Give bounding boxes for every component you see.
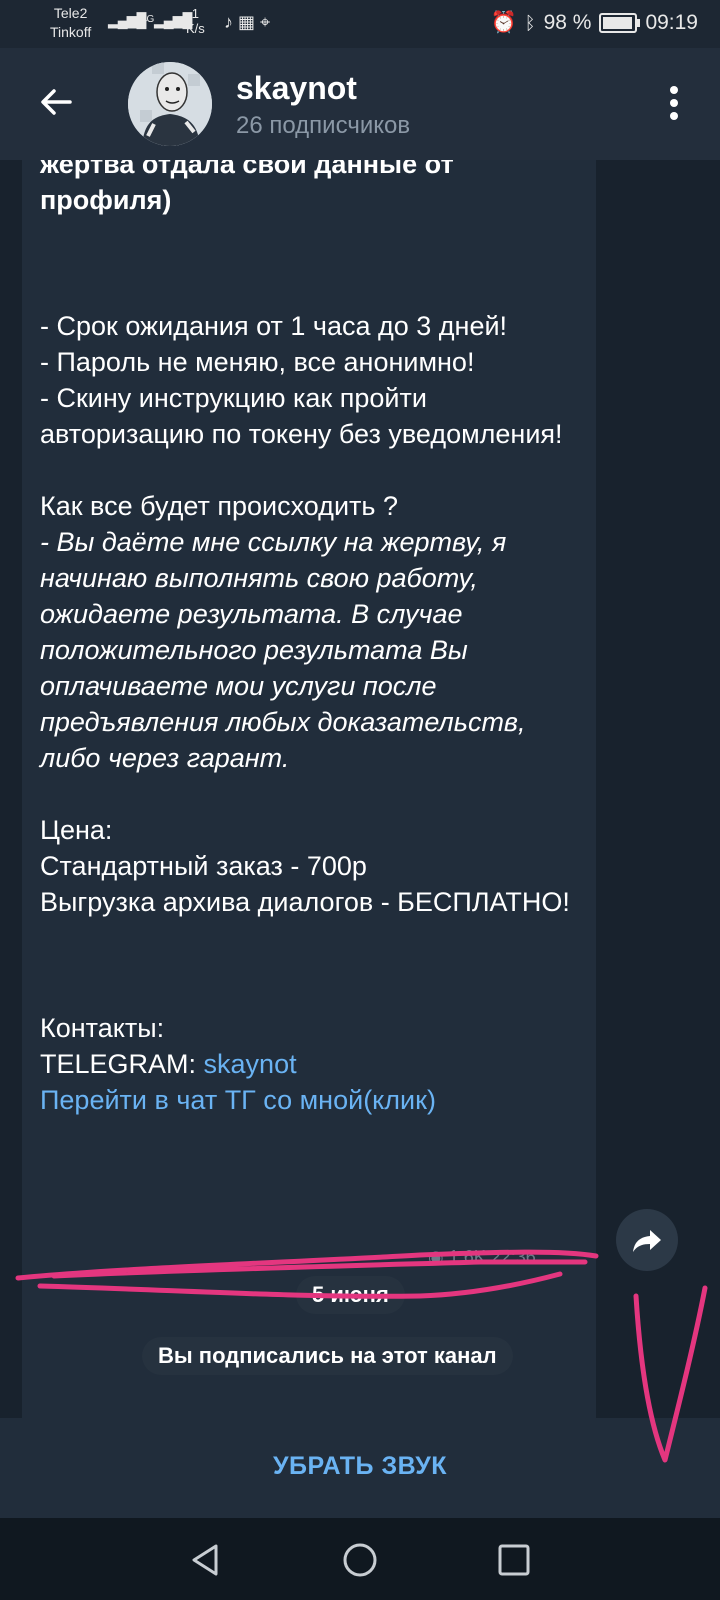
- avatar-image: [128, 62, 212, 146]
- status-bar: Tele2 Tinkoff ▂▄▆█ 4G ▂▄▆█ 1 K/s ♪ ▦ ⌖ ⏰…: [0, 0, 720, 48]
- list-item-2: - Пароль не меняю, все анонимно!: [40, 347, 475, 377]
- telegram-line: TELEGRAM: skaynot: [40, 1046, 580, 1082]
- service-message-pill: Вы подписались на этот канал: [142, 1337, 513, 1375]
- message-bold-line-1: жертва отдала свои данные от: [40, 160, 454, 179]
- price-standard: Стандартный заказ - 700р: [40, 851, 367, 881]
- views-and-time: 1.6K 22:36: [448, 1247, 536, 1267]
- battery-icon: [599, 13, 641, 33]
- status-right: ⏰ ᛒ 98 % 09:19: [491, 11, 698, 35]
- bottom-action-bar: УБРАТЬ ЗВУК: [0, 1418, 720, 1518]
- battery-percent: 98 %: [543, 11, 592, 34]
- contacts-label: Контакты:: [40, 1013, 165, 1043]
- how-text: - Вы даёте мне ссылку на жертву, я начин…: [40, 527, 526, 773]
- message-meta: ◉ 1.6K 22:36: [428, 1247, 536, 1268]
- carrier-names: Tele2 Tinkoff: [50, 4, 91, 42]
- price-archive: Выгрузка архива диалогов - БЕСПЛАТНО!: [40, 887, 570, 917]
- nav-back-icon[interactable]: [188, 1542, 224, 1578]
- list-item-3: - Скину инструкцию как пройти авторизаци…: [40, 383, 563, 449]
- alarm-icon: ⏰: [490, 11, 517, 34]
- message-bold-line-2: профиля): [40, 185, 172, 215]
- share-icon: [633, 1230, 661, 1252]
- nav-recents-icon[interactable]: [496, 1542, 532, 1578]
- chat-area[interactable]: жертва отдала свои данные от профиля) - …: [0, 160, 720, 1418]
- carrier-2: Tinkoff: [50, 24, 92, 40]
- bluetooth-icon: ᛒ: [524, 12, 536, 33]
- channel-name[interactable]: skaynot: [236, 70, 357, 107]
- chat-link[interactable]: Перейти в чат ТГ со мной(клик): [40, 1082, 580, 1118]
- message-text: жертва отдала свои данные от профиля) - …: [40, 160, 580, 1118]
- network-type: 4G: [142, 14, 154, 25]
- notification-icons: ♪ ▦ ⌖: [224, 12, 271, 32]
- date-pill: 5 июня: [296, 1276, 405, 1314]
- price-label: Цена:: [40, 815, 113, 845]
- signal-icon: ▂▄▆█: [108, 12, 146, 28]
- telegram-label: TELEGRAM:: [40, 1049, 204, 1079]
- share-button[interactable]: [616, 1209, 678, 1271]
- how-title: Как все будет происходить ?: [40, 491, 398, 521]
- telegram-handle-link[interactable]: skaynot: [204, 1049, 297, 1079]
- system-nav-bar: [0, 1518, 720, 1600]
- views-icon: ◉: [428, 1247, 444, 1267]
- nav-home-icon[interactable]: [342, 1542, 378, 1578]
- carrier-1: Tele2: [53, 5, 88, 21]
- more-menu-icon[interactable]: [668, 86, 680, 126]
- subscriber-count: 26 подписчиков: [236, 112, 411, 139]
- channel-avatar[interactable]: [128, 62, 212, 146]
- clock: 09:19: [645, 11, 698, 34]
- list-item-1: - Срок ожидания от 1 часа до 3 дней!: [40, 311, 508, 341]
- back-arrow-icon[interactable]: [36, 82, 76, 122]
- mute-button[interactable]: УБРАТЬ ЗВУК: [0, 1452, 720, 1481]
- net-speed: 1 K/s: [186, 6, 205, 36]
- chat-header: skaynot 26 подписчиков: [0, 48, 720, 160]
